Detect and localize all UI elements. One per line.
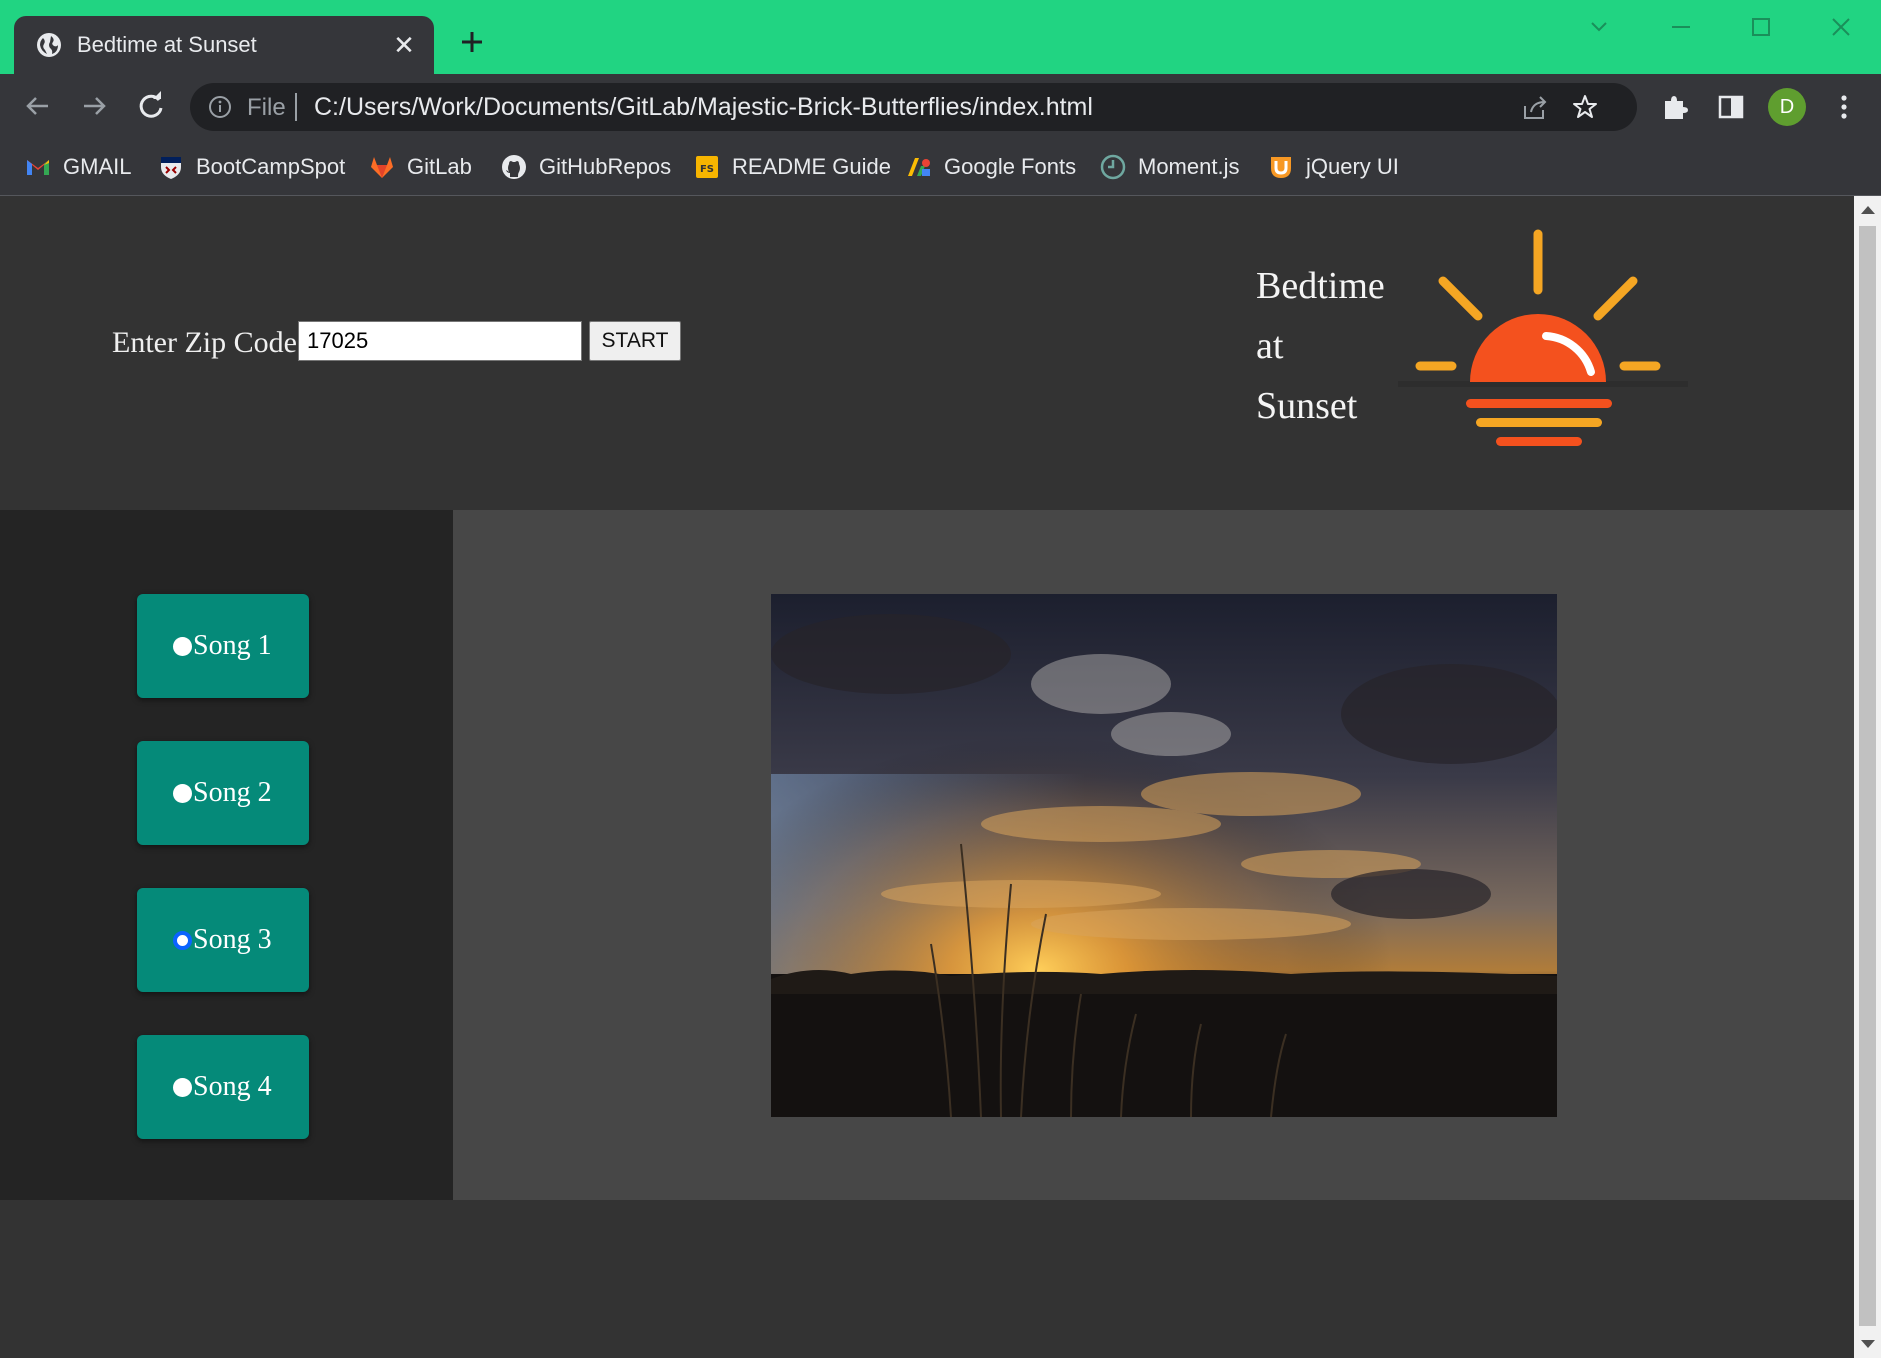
forward-arrow-icon[interactable]: [76, 88, 112, 124]
tab-close-icon[interactable]: ✕: [388, 29, 420, 61]
bookmark-bootcampspot[interactable]: BootCampSpot: [158, 150, 345, 184]
url-text[interactable]: C:/Users/Work/Documents/GitLab/Majestic-…: [314, 93, 1093, 122]
github-icon: [502, 155, 526, 179]
tab-title: Bedtime at Sunset: [77, 32, 257, 57]
svg-text:FS: FS: [700, 164, 714, 175]
google-fonts-icon: [908, 158, 930, 176]
song-3-button[interactable]: Song 3: [137, 888, 309, 992]
song-2-label: Song 2: [193, 777, 272, 808]
penn-shield-icon: [161, 157, 181, 179]
song-2-radio[interactable]: [173, 783, 192, 803]
song-4-label: Song 4: [193, 1071, 272, 1102]
gmail-icon: [27, 160, 49, 175]
song-2-button[interactable]: Song 2: [137, 741, 309, 845]
bookmark-label: GitHubRepos: [539, 154, 672, 179]
bookmark-gmail[interactable]: GMAIL: [25, 150, 131, 184]
sunset-photo: [771, 594, 1557, 1117]
page-viewport: Enter Zip Code: START Bedtime at Sunset: [0, 196, 1854, 1358]
scroll-down-arrow-icon[interactable]: [1861, 1340, 1875, 1348]
bookmark-momentjs[interactable]: Moment.js: [1100, 150, 1239, 184]
brand-title: Bedtime at Sunset: [1256, 256, 1416, 436]
scrollbar-thumb[interactable]: [1859, 226, 1876, 1326]
fs-icon: FS: [696, 156, 718, 178]
zip-code-label: Enter Zip Code:: [112, 326, 306, 359]
address-separator: [295, 93, 297, 121]
url-scheme-label: File: [247, 94, 286, 121]
close-window-icon[interactable]: [1826, 12, 1856, 42]
extensions-puzzle-icon[interactable]: [1660, 92, 1690, 122]
song-1-radio[interactable]: [173, 636, 192, 656]
page-header: Enter Zip Code: START Bedtime at Sunset: [0, 196, 1854, 510]
bookmark-githubrepos[interactable]: GitHubRepos: [501, 150, 671, 184]
start-button[interactable]: START: [589, 321, 681, 361]
minimize-icon[interactable]: [1666, 12, 1696, 42]
maximize-icon[interactable]: [1746, 12, 1776, 42]
bookmark-label: Google Fonts: [944, 154, 1077, 179]
info-icon[interactable]: [208, 95, 232, 119]
back-arrow-icon[interactable]: [20, 88, 56, 124]
bookmark-label: Moment.js: [1138, 154, 1240, 179]
jquery-ui-icon: [1271, 157, 1291, 178]
bookmark-label: GitLab: [407, 154, 472, 179]
globe-icon: [37, 33, 61, 57]
bookmark-gitlab[interactable]: GitLab: [369, 150, 472, 184]
address-bar[interactable]: File C:/Users/Work/Documents/GitLab/Maje…: [190, 83, 1637, 131]
song-3-radio[interactable]: [173, 930, 192, 950]
bookmark-label: GMAIL: [63, 154, 132, 179]
brand-line-1: Bedtime: [1256, 265, 1385, 307]
bookmark-label: jQuery UI: [1306, 154, 1399, 179]
profile-avatar[interactable]: D: [1768, 88, 1806, 126]
bookmark-jquery-ui[interactable]: jQuery UI: [1268, 150, 1399, 184]
sunset-logo-icon: [1398, 229, 1688, 446]
song-1-label: Song 1: [193, 630, 272, 661]
song-1-button[interactable]: Song 1: [137, 594, 309, 698]
page-scrollbar[interactable]: [1854, 196, 1881, 1358]
scroll-up-arrow-icon[interactable]: [1861, 206, 1875, 214]
bookmark-label: BootCampSpot: [196, 154, 346, 179]
song-sidebar: Song 1 Song 2 Song 3 Song 4: [0, 510, 453, 1200]
browser-toolbar: File C:/Users/Work/Documents/GitLab/Maje…: [0, 74, 1881, 138]
bookmarks-bar: GMAIL BootCampSpot GitLab GitHubRepos FS…: [0, 138, 1881, 196]
browser-titlebar: Bedtime at Sunset ✕: [0, 0, 1881, 74]
clock-icon: [1100, 154, 1126, 180]
song-4-radio[interactable]: [173, 1077, 192, 1097]
tab-search-chevron-icon[interactable]: [1584, 12, 1614, 42]
bookmark-readme-guide[interactable]: FS README Guide: [694, 150, 891, 184]
song-3-label: Song 3: [193, 924, 272, 955]
song-4-button[interactable]: Song 4: [137, 1035, 309, 1139]
more-menu-icon[interactable]: [1829, 92, 1859, 122]
browser-tab-active[interactable]: Bedtime at Sunset ✕: [14, 16, 434, 74]
bookmark-google-fonts[interactable]: Google Fonts: [906, 150, 1076, 184]
new-tab-plus-icon[interactable]: [456, 26, 488, 58]
main-area: Song 1 Song 2 Song 3 Song 4: [0, 510, 1854, 1200]
reload-icon[interactable]: [133, 88, 169, 124]
bookmark-star-icon[interactable]: [1571, 93, 1599, 121]
bookmark-label: README Guide: [732, 154, 891, 179]
side-panel-icon[interactable]: [1716, 92, 1746, 122]
brand-line-3: Sunset: [1256, 385, 1358, 427]
brand-line-2: at: [1256, 325, 1284, 367]
share-icon[interactable]: [1521, 94, 1549, 122]
content-panel: [453, 510, 1854, 1200]
gitlab-icon: [371, 157, 393, 178]
zip-code-input[interactable]: [298, 321, 582, 361]
